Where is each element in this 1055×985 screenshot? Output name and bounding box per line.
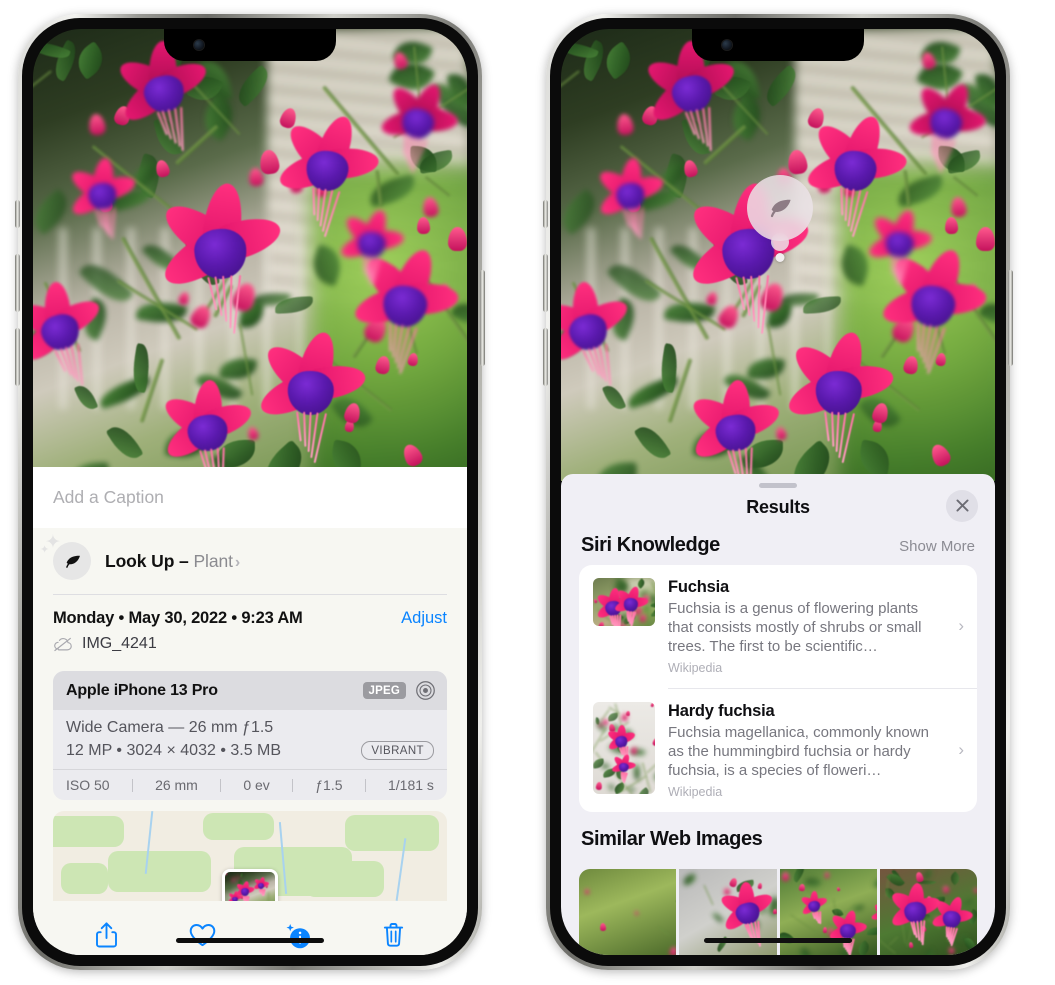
leaf-icon [53,542,91,580]
knowledge-card: Fuchsia Fuchsia is a genus of flowering … [579,564,977,812]
phone-bezel: Add a Caption ✦ ✦ Look Up – Plant › Mond… [22,18,478,966]
photo-toolbar [33,901,467,955]
camera-card-header: Apple iPhone 13 Pro JPEG [53,671,447,710]
web-image[interactable] [579,869,677,955]
results-title: Results [746,496,810,517]
format-badge: JPEG [362,682,406,699]
exif-value: 0 ev [243,777,270,793]
volume-up-button[interactable] [15,254,20,312]
filename-row: IMG_4241 [53,635,447,653]
iphone-left: Add a Caption ✦ ✦ Look Up – Plant › Mond… [15,14,485,970]
trash-icon[interactable] [376,918,410,952]
results-sheet: Results Siri Knowledge Show More Fuchsia… [561,473,995,955]
screenshot-stage: Add a Caption ✦ ✦ Look Up – Plant › Mond… [0,0,1055,985]
knowledge-text: Fuchsia Fuchsia is a genus of flowering … [668,578,963,675]
look-up-title: Look Up – [105,550,194,571]
section-title: Siri Knowledge [581,533,720,556]
list-item[interactable]: Hardy fuchsia Fuchsia magellanica, commo… [579,689,977,812]
exif-value: 26 mm [155,777,198,793]
caption-row[interactable]: Add a Caption [33,467,467,528]
adjust-button[interactable]: Adjust [401,609,447,628]
lens-info: Wide Camera — 26 mm ƒ1.5 [66,719,274,736]
photo-info-sheet: Add a Caption ✦ ✦ Look Up – Plant › Mond… [33,467,467,955]
chevron-right-icon: › [958,740,964,760]
heart-icon[interactable] [185,918,219,952]
results-header: Results [561,488,995,531]
siri-knowledge-header: Siri Knowledge Show More [561,531,995,565]
exif-row: ISO 50 26 mm 0 ev ƒ1.5 1/181 s [53,769,447,800]
look-up-badge: ✦ ✦ [40,533,91,580]
power-button[interactable] [480,270,485,366]
image-specs-row: 12 MP • 3024 × 4032 • 3.5 MB VIBRANT [66,741,434,760]
metadata-header: Monday • May 30, 2022 • 9:23 AM Adjust [53,609,447,628]
divider [220,778,222,792]
home-indicator[interactable] [704,938,852,943]
notch [164,29,336,61]
look-up-subject: Plant [193,550,233,571]
fuchsia-thumbnail [593,577,655,626]
visual-look-up-pin[interactable] [747,175,813,262]
share-icon[interactable] [90,918,124,952]
pin-dot [775,253,785,262]
chevron-right-icon: › [958,616,964,636]
exif-value: ISO 50 [66,777,110,793]
cloud-slash-icon [53,637,73,652]
web-image[interactable] [879,869,977,955]
volume-down-button[interactable] [15,328,20,386]
front-camera-icon [194,40,204,50]
exif-value: ƒ1.5 [315,777,343,793]
look-up-label: Look Up – Plant › [105,551,240,572]
show-more-button[interactable]: Show More [899,538,975,555]
volume-down-button[interactable] [543,328,548,386]
knowledge-source: Wikipedia [668,660,723,675]
front-camera-icon [722,40,732,50]
info-sparkle-icon[interactable] [281,918,315,952]
section-title: Similar Web Images [581,828,763,850]
image-size: 12 MP • 3024 × 4032 • 3.5 MB [66,741,282,759]
chevron-right-icon: › [234,553,241,571]
photographic-style-badge: VIBRANT [361,741,434,760]
look-up-row[interactable]: ✦ ✦ Look Up – Plant › [33,528,467,594]
close-icon[interactable] [946,489,978,522]
phone-bezel: Results Siri Knowledge Show More Fuchsia… [550,18,1006,966]
knowledge-description: Fuchsia magellanica, commonly known as t… [668,723,929,779]
leaf-icon [747,175,813,241]
knowledge-source: Wikipedia [668,785,723,799]
camera-header-tags: JPEG [362,680,436,701]
divider [292,778,294,792]
knowledge-title: Hardy fuchsia [668,701,775,720]
divider [131,778,133,792]
mute-switch[interactable] [15,200,20,228]
caption-input[interactable]: Add a Caption [53,487,447,508]
exif-value: 1/181 s [387,777,434,793]
photo-location-map[interactable] [53,811,447,901]
power-button[interactable] [1008,270,1013,366]
notch [692,29,864,61]
volume-up-button[interactable] [543,254,548,312]
filename: IMG_4241 [82,635,157,652]
photo-viewer[interactable] [33,29,467,481]
similar-web-images-header: Similar Web Images [561,812,995,859]
hardy-fuchsia-thumbnail [593,701,655,794]
map-photo-thumbnail [222,869,278,901]
knowledge-title: Fuchsia [668,577,729,596]
camera-info-card: Apple iPhone 13 Pro JPEG Wide Camera — 2… [53,671,447,800]
metadata-block: Monday • May 30, 2022 • 9:23 AM Adjust I… [33,595,467,659]
divider [364,778,366,792]
capture-date: Monday • May 30, 2022 • 9:23 AM [53,609,303,627]
aperture-icon [415,680,436,701]
knowledge-text: Hardy fuchsia Fuchsia magellanica, commo… [668,702,963,799]
knowledge-description: Fuchsia is a genus of flowering plants t… [668,599,922,655]
screen-right: Results Siri Knowledge Show More Fuchsia… [561,29,995,955]
list-item[interactable]: Fuchsia Fuchsia is a genus of flowering … [579,565,977,688]
camera-model: Apple iPhone 13 Pro [66,681,218,699]
home-indicator[interactable] [176,938,324,943]
iphone-right: Results Siri Knowledge Show More Fuchsia… [543,14,1013,970]
sparkle-small-icon: ✦ [40,544,50,556]
camera-card-body: Wide Camera — 26 mm ƒ1.5 12 MP • 3024 × … [53,710,447,769]
screen-left: Add a Caption ✦ ✦ Look Up – Plant › Mond… [33,29,467,955]
mute-switch[interactable] [543,200,548,228]
